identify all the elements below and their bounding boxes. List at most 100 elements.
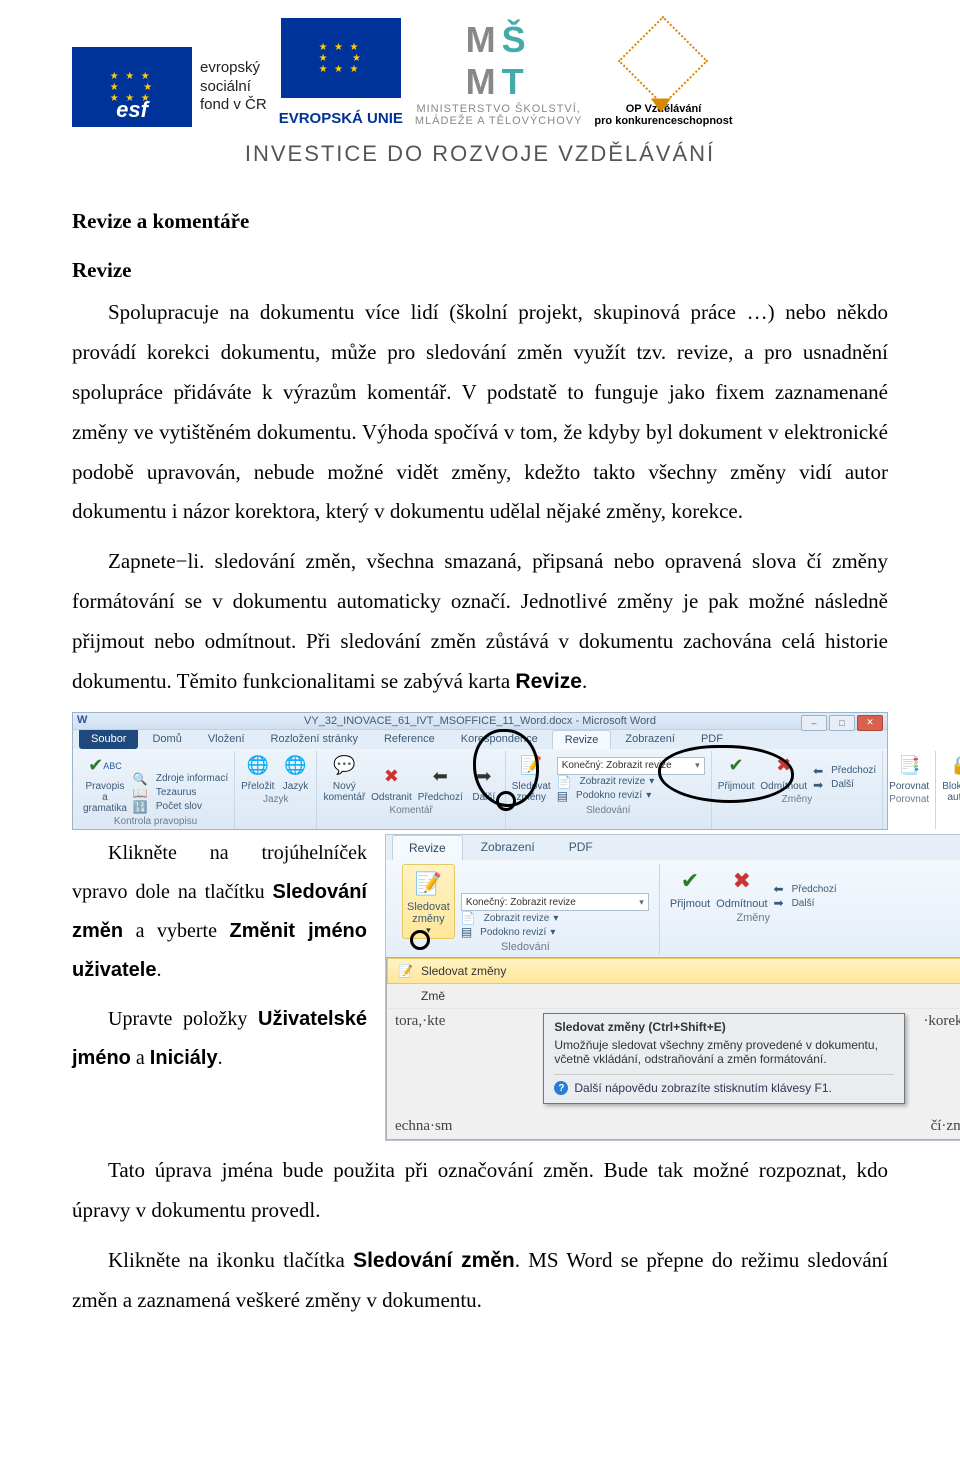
para-6: Klikněte na ikonku tlačítka Sledování zm… xyxy=(72,1241,888,1321)
group-zamek: 🔒Blokovat autory 🛡Omezit úpravy Zámek xyxy=(936,751,960,829)
display-mode-dropdown-2[interactable]: Konečný: Zobrazit revize xyxy=(461,893,649,911)
window-title: W VY_32_INOVACE_61_IVT_MSOFFICE_11_Word.… xyxy=(73,713,887,730)
doc-icon: 📄 xyxy=(557,775,572,789)
pane-icon: ▤ xyxy=(461,925,472,939)
globe-icon: 🌐 xyxy=(280,751,310,781)
word-icon: W xyxy=(77,714,87,726)
group-sledovani: 📝Sledovat změny Konečný: Zobrazit revize… xyxy=(506,751,712,829)
heading-sub: Revize xyxy=(72,258,888,283)
annotation-dropdown-dot xyxy=(496,791,516,811)
tab-rozlozeni[interactable]: Rozložení stránky xyxy=(259,730,370,749)
show-markup-button[interactable]: 📄Zobrazit revize ▾ xyxy=(557,775,705,789)
track-icon: 📝 xyxy=(516,751,546,781)
track-changes-dropdown: 📝 Sledovat změny Změ y·změny· tora,·kte … xyxy=(386,957,960,1140)
tab-pdf[interactable]: PDF xyxy=(689,730,735,749)
next-change-button-2[interactable]: ➡Další xyxy=(774,896,837,910)
language-button[interactable]: 🌐Jazyk xyxy=(280,751,310,792)
reject-button-2[interactable]: ✖Odmítnout xyxy=(716,864,767,910)
next-icon: ➡ xyxy=(469,762,499,792)
delete-icon: ✖ xyxy=(376,762,406,792)
bg-text: tora,·kte xyxy=(387,1009,453,1114)
tab-zobrazeni-2[interactable]: Zobrazení xyxy=(465,835,551,860)
display-mode-dropdown[interactable]: Konečný: Zobrazit revize xyxy=(557,757,705,775)
block-authors-button[interactable]: 🔒Blokovat autory xyxy=(942,751,960,803)
tab-revize-2[interactable]: Revize xyxy=(392,835,463,860)
track-icon: 📝 xyxy=(410,867,446,901)
translate-button[interactable]: 🌐Přeložit xyxy=(241,751,274,792)
new-comment-button[interactable]: 💬Nový komentář xyxy=(323,751,365,803)
para-4: Upravte položky Uživatelské jméno a Inic… xyxy=(72,1000,367,1078)
show-markup-button-2[interactable]: 📄Zobrazit revize ▾ xyxy=(461,911,649,925)
reject-button[interactable]: ✖Odmítnout xyxy=(760,751,807,792)
op-logo: OP Vzdělávání pro konkurenceschopnost xyxy=(594,19,732,127)
group-zmeny-2: ✔Přijmout ✖Odmítnout ⬅Předchozí ➡Další Z… xyxy=(660,864,847,955)
close-button[interactable]: ✕ xyxy=(857,715,883,731)
prev-change-button-2[interactable]: ⬅Předchozí xyxy=(774,882,837,896)
banner: INVESTICE DO ROZVOJE VZDĚLÁVÁNÍ xyxy=(72,133,888,185)
tab-revize[interactable]: Revize xyxy=(552,730,612,749)
pane-icon: ▤ xyxy=(557,789,568,803)
compare-button[interactable]: 📑Porovnat xyxy=(889,751,929,792)
esf-logo: ★ ★ ★★ ★★ ★ ★ esf evropský sociální fond… xyxy=(72,47,267,127)
comment-icon: 💬 xyxy=(329,751,359,781)
group-pravopis: ✔ABC Pravopis a gramatika 🔍Zdroje inform… xyxy=(77,751,235,829)
minimize-button[interactable]: – xyxy=(801,715,827,731)
next-icon: ➡ xyxy=(774,896,784,910)
lock-icon: 🔒 xyxy=(946,751,960,781)
tab-reference[interactable]: Reference xyxy=(372,730,447,749)
track-changes-menu-screenshot: Revize Zobrazení PDF 📝 Sledovat změny ▾ xyxy=(385,834,960,1141)
tab-korespondence[interactable]: Korespondence xyxy=(449,730,550,749)
para-2-post: . xyxy=(582,669,587,693)
menu-item-track-changes[interactable]: 📝 Sledovat změny xyxy=(387,958,960,984)
prev-comment-button[interactable]: ⬅Předchozí xyxy=(418,762,463,803)
menu-item-change-username[interactable]: Změ y·změny· xyxy=(387,984,960,1009)
accept-icon: ✔ xyxy=(672,864,708,898)
esf-caption: evropský sociální fond v ČR xyxy=(200,59,267,115)
reject-icon: ✖ xyxy=(769,751,799,781)
accept-button[interactable]: ✔Přijmout xyxy=(718,751,755,792)
track-icon: 📝 xyxy=(398,964,413,978)
esf-flag-icon: ★ ★ ★★ ★★ ★ ★ esf xyxy=(72,47,192,127)
prev-change-button[interactable]: ⬅Předchozí xyxy=(813,764,876,778)
group-komentar: 💬Nový komentář ✖Odstranit ⬅Předchozí ➡Da… xyxy=(317,751,505,829)
prev-icon: ⬅ xyxy=(774,882,784,896)
book-icon: 🔍 xyxy=(133,772,148,786)
research-button[interactable]: 🔍Zdroje informací xyxy=(133,772,228,786)
tab-pdf-2[interactable]: PDF xyxy=(553,835,609,860)
tooltip-body: Umožňuje sledovat všechny změny proveden… xyxy=(554,1038,894,1066)
thesaurus-button[interactable]: 📖Tezaurus xyxy=(133,786,228,800)
ribbon-tabs: Soubor Domů Vložení Rozložení stránky Re… xyxy=(73,730,887,749)
op-shape-icon xyxy=(618,16,709,107)
tab-zobrazeni[interactable]: Zobrazení xyxy=(613,730,687,749)
reviewing-pane-button-2[interactable]: ▤Podokno revizí ▾ xyxy=(461,925,649,939)
group-porovnat: 📑Porovnat Porovnat xyxy=(883,751,936,829)
tab-vlozeni[interactable]: Vložení xyxy=(196,730,257,749)
accept-button-2[interactable]: ✔Přijmout xyxy=(670,864,710,910)
spelling-button[interactable]: ✔ABC Pravopis a gramatika xyxy=(83,751,127,814)
prev-icon: ⬅ xyxy=(425,762,455,792)
next-comment-button[interactable]: ➡Další xyxy=(469,762,499,803)
delete-comment-button[interactable]: ✖Odstranit xyxy=(371,762,412,803)
reject-icon: ✖ xyxy=(724,864,760,898)
track-changes-button[interactable]: 📝Sledovat změny xyxy=(512,751,551,803)
para-1: Spolupracuje na dokumentu více lidí (ško… xyxy=(72,293,888,532)
tab-soubor[interactable]: Soubor xyxy=(79,730,138,749)
ribbon-content: ✔ABC Pravopis a gramatika 🔍Zdroje inform… xyxy=(73,749,887,829)
word-ribbon-screenshot: W VY_32_INOVACE_61_IVT_MSOFFICE_11_Word.… xyxy=(72,712,888,830)
tab-domu[interactable]: Domů xyxy=(140,730,193,749)
maximize-button[interactable]: □ xyxy=(829,715,855,731)
accept-icon: ✔ xyxy=(721,751,751,781)
para-5: Tato úprava jména bude použita při označ… xyxy=(72,1151,888,1231)
next-change-button[interactable]: ➡Další xyxy=(813,778,876,792)
msmt-line2: MLÁDEŽE A TĚLOVÝCHOVY xyxy=(415,115,583,127)
tooltip-title: Sledovat změny (Ctrl+Shift+E) xyxy=(554,1020,894,1034)
wordcount-button[interactable]: 🔢Počet slov xyxy=(133,800,228,814)
globe-icon: 🌐 xyxy=(243,751,273,781)
bg-text: čí·změny· xyxy=(923,1114,960,1139)
track-changes-split-button[interactable]: 📝 Sledovat změny ▾ xyxy=(402,864,455,939)
group-jazyk: 🌐Přeložit 🌐Jazyk Jazyk xyxy=(235,751,317,829)
para-2-text: Zapnete−li. sledování změn, všechna smaz… xyxy=(72,549,888,693)
help-icon: ? xyxy=(554,1081,568,1095)
check-abc-icon: ✔ABC xyxy=(90,751,120,781)
reviewing-pane-button[interactable]: ▤Podokno revizí ▾ xyxy=(557,789,705,803)
